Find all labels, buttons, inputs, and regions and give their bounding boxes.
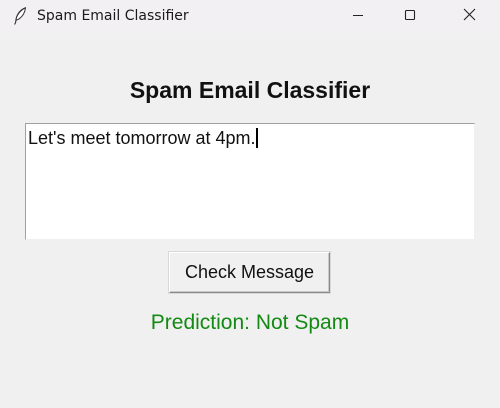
page-title: Spam Email Classifier — [129, 77, 371, 103]
message-text: Let's meet tomorrow at 4pm. — [28, 128, 256, 148]
maximize-icon — [404, 8, 416, 26]
check-message-label: Check Message — [184, 262, 315, 282]
message-textarea[interactable]: Let's meet tomorrow at 4pm. — [25, 123, 475, 240]
title-bar[interactable]: Spam Email Classifier — [0, 0, 500, 33]
minimize-icon — [352, 8, 364, 26]
text-cursor — [255, 128, 258, 148]
close-icon — [463, 8, 476, 26]
feather-icon — [13, 6, 27, 25]
close-button[interactable] — [446, 0, 492, 33]
minimize-button[interactable] — [335, 0, 381, 33]
window-title: Spam Email Classifier — [37, 8, 189, 24]
prediction-label: Prediction: Not Spam — [150, 311, 350, 334]
check-message-button[interactable]: Check Message — [169, 252, 330, 293]
app-window: Spam Email Classifier Spam Email Classif… — [0, 0, 500, 408]
maximize-button[interactable] — [387, 0, 433, 33]
